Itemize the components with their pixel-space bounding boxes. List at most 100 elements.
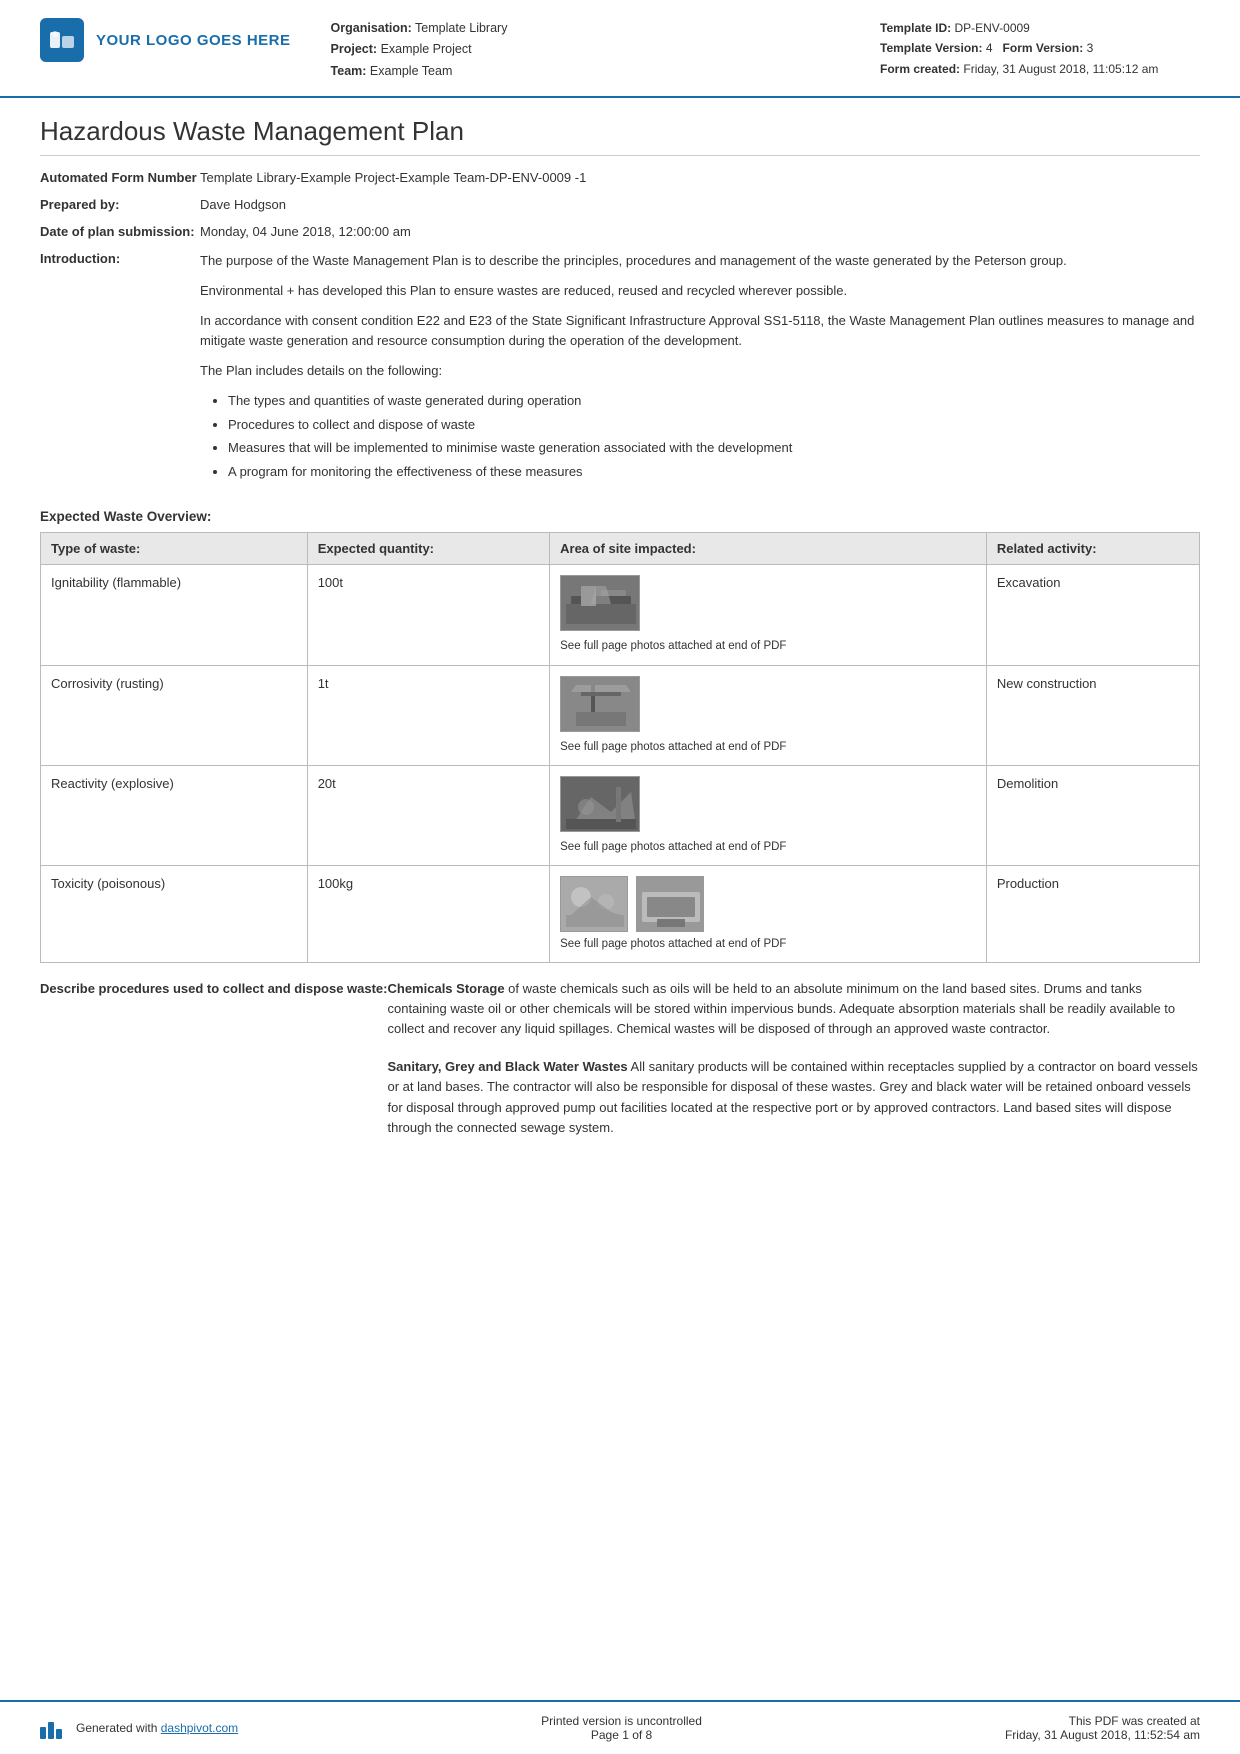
template-id-row: Template ID: DP-ENV-0009 xyxy=(880,18,1200,38)
intro-bullet-1: The types and quantities of waste genera… xyxy=(228,391,1200,411)
table-header: Type of waste: Expected quantity: Area o… xyxy=(41,533,1200,565)
table-title: Expected Waste Overview: xyxy=(40,509,1200,524)
intro-para-3: In accordance with consent condition E22… xyxy=(200,311,1200,351)
row1-image xyxy=(560,575,640,631)
template-id-label: Template ID: xyxy=(880,21,951,35)
row4-image1 xyxy=(560,876,628,932)
pdf-created-text: This PDF was created at xyxy=(1005,1714,1200,1728)
logo-text: YOUR LOGO GOES HERE xyxy=(96,32,291,49)
row1-area: See full page photos attached at end of … xyxy=(550,565,987,665)
version-row: Template Version: 4 Form Version: 3 xyxy=(880,38,1200,58)
template-id-value: DP-ENV-0009 xyxy=(954,21,1029,35)
project-value: Example Project xyxy=(381,42,472,56)
date-value: Monday, 04 June 2018, 12:00:00 am xyxy=(200,224,1200,239)
row2-quantity: 1t xyxy=(307,665,549,765)
form-version-value: 3 xyxy=(1087,41,1094,55)
chemicals-paragraph: Chemicals Storage of waste chemicals suc… xyxy=(388,979,1201,1039)
org-row: Organisation: Template Library xyxy=(331,18,880,39)
intro-para-1: The purpose of the Waste Management Plan… xyxy=(200,251,1200,271)
form-created-label: Form created: xyxy=(880,62,960,76)
row4-activity: Production xyxy=(986,865,1199,962)
team-row: Team: Example Team xyxy=(331,61,880,82)
project-label: Project: xyxy=(331,42,378,56)
procedures-content: Chemicals Storage of waste chemicals suc… xyxy=(388,979,1201,1156)
generated-text: Generated with xyxy=(76,1721,157,1735)
row2-type: Corrosivity (rusting) xyxy=(41,665,308,765)
waste-table: Type of waste: Expected quantity: Area o… xyxy=(40,532,1200,962)
row4-image2 xyxy=(636,876,704,932)
row3-type: Reactivity (explosive) xyxy=(41,765,308,865)
table-row: Toxicity (poisonous) 100kg xyxy=(41,865,1200,962)
row4-type: Toxicity (poisonous) xyxy=(41,865,308,962)
sanitary-paragraph: Sanitary, Grey and Black Water Wastes Al… xyxy=(388,1057,1201,1138)
table-row: Ignitability (flammable) 100t xyxy=(41,565,1200,665)
form-created-row: Form created: Friday, 31 August 2018, 11… xyxy=(880,59,1200,79)
footer-center: Printed version is uncontrolled Page 1 o… xyxy=(541,1714,702,1742)
logo-icon xyxy=(40,18,84,62)
logo-area: YOUR LOGO GOES HERE xyxy=(40,18,291,62)
row2-activity: New construction xyxy=(986,665,1199,765)
project-row: Project: Example Project xyxy=(331,39,880,60)
row2-area: See full page photos attached at end of … xyxy=(550,665,987,765)
page-text: Page 1 of 8 xyxy=(541,1728,702,1742)
uncontrolled-text: Printed version is uncontrolled xyxy=(541,1714,702,1728)
template-version-value: 4 xyxy=(986,41,993,55)
org-value: Template Library xyxy=(415,21,507,35)
pdf-created-date: Friday, 31 August 2018, 11:52:54 am xyxy=(1005,1728,1200,1742)
main-content: Hazardous Waste Management Plan Automate… xyxy=(0,98,1240,1700)
form-created-value: Friday, 31 August 2018, 11:05:12 am xyxy=(963,62,1158,76)
template-version-label: Template Version: xyxy=(880,41,982,55)
introduction-section: Introduction: The purpose of the Waste M… xyxy=(40,251,1200,492)
table-row: Reactivity (explosive) 20t xyxy=(41,765,1200,865)
document-title: Hazardous Waste Management Plan xyxy=(40,116,1200,156)
bar1 xyxy=(40,1727,46,1739)
form-version-label: Form Version: xyxy=(1003,41,1084,55)
footer-logo-icon xyxy=(40,1717,68,1739)
row4-quantity: 100kg xyxy=(307,865,549,962)
row2-image xyxy=(560,676,640,732)
chemicals-title: Chemicals Storage xyxy=(388,981,505,996)
intro-bullet-3: Measures that will be implemented to min… xyxy=(228,438,1200,458)
bar3 xyxy=(56,1729,62,1739)
waste-table-section: Expected Waste Overview: Type of waste: … xyxy=(40,509,1200,962)
prepared-by-value: Dave Hodgson xyxy=(200,197,1200,212)
bar2 xyxy=(48,1722,54,1739)
date-label: Date of plan submission: xyxy=(40,224,200,239)
row4-caption: See full page photos attached at end of … xyxy=(560,936,976,952)
table-header-row: Type of waste: Expected quantity: Area o… xyxy=(41,533,1200,565)
intro-label: Introduction: xyxy=(40,251,200,266)
footer-right: This PDF was created at Friday, 31 Augus… xyxy=(1005,1714,1200,1742)
col-type: Type of waste: xyxy=(41,533,308,565)
header: YOUR LOGO GOES HERE Organisation: Templa… xyxy=(0,0,1240,98)
row3-area: See full page photos attached at end of … xyxy=(550,765,987,865)
intro-para-2: Environmental + has developed this Plan … xyxy=(200,281,1200,301)
procedures-label: Describe procedures used to collect and … xyxy=(40,979,388,999)
col-activity: Related activity: xyxy=(986,533,1199,565)
row3-caption: See full page photos attached at end of … xyxy=(560,839,976,855)
date-row: Date of plan submission: Monday, 04 June… xyxy=(40,224,1200,239)
table-row: Corrosivity (rusting) 1t xyxy=(41,665,1200,765)
prepared-by-row: Prepared by: Dave Hodgson xyxy=(40,197,1200,212)
intro-bullet-4: A program for monitoring the effectivene… xyxy=(228,462,1200,482)
form-number-label: Automated Form Number xyxy=(40,170,200,185)
table-body: Ignitability (flammable) 100t xyxy=(41,565,1200,962)
intro-bullet-list: The types and quantities of waste genera… xyxy=(200,391,1200,481)
intro-content: The purpose of the Waste Management Plan… xyxy=(200,251,1200,492)
chemicals-text: of waste chemicals such as oils will be … xyxy=(388,981,1176,1036)
page: YOUR LOGO GOES HERE Organisation: Templa… xyxy=(0,0,1240,1754)
footer-site-link[interactable]: dashpivot.com xyxy=(161,1721,238,1735)
sanitary-title: Sanitary, Grey and Black Water Wastes xyxy=(388,1059,628,1074)
col-quantity: Expected quantity: xyxy=(307,533,549,565)
row3-activity: Demolition xyxy=(986,765,1199,865)
footer-left: Generated with dashpivot.com xyxy=(40,1717,238,1739)
header-meta-center: Organisation: Template Library Project: … xyxy=(331,18,880,82)
intro-bullet-2: Procedures to collect and dispose of was… xyxy=(228,415,1200,435)
footer: Generated with dashpivot.com Printed ver… xyxy=(0,1700,1240,1754)
header-meta-right: Template ID: DP-ENV-0009 Template Versio… xyxy=(880,18,1200,79)
row3-quantity: 20t xyxy=(307,765,549,865)
form-number-value: Template Library-Example Project-Example… xyxy=(200,170,1200,185)
prepared-by-label: Prepared by: xyxy=(40,197,200,212)
row4-area: See full page photos attached at end of … xyxy=(550,865,987,962)
procedures-section: Describe procedures used to collect and … xyxy=(40,979,1200,1156)
row3-image xyxy=(560,776,640,832)
